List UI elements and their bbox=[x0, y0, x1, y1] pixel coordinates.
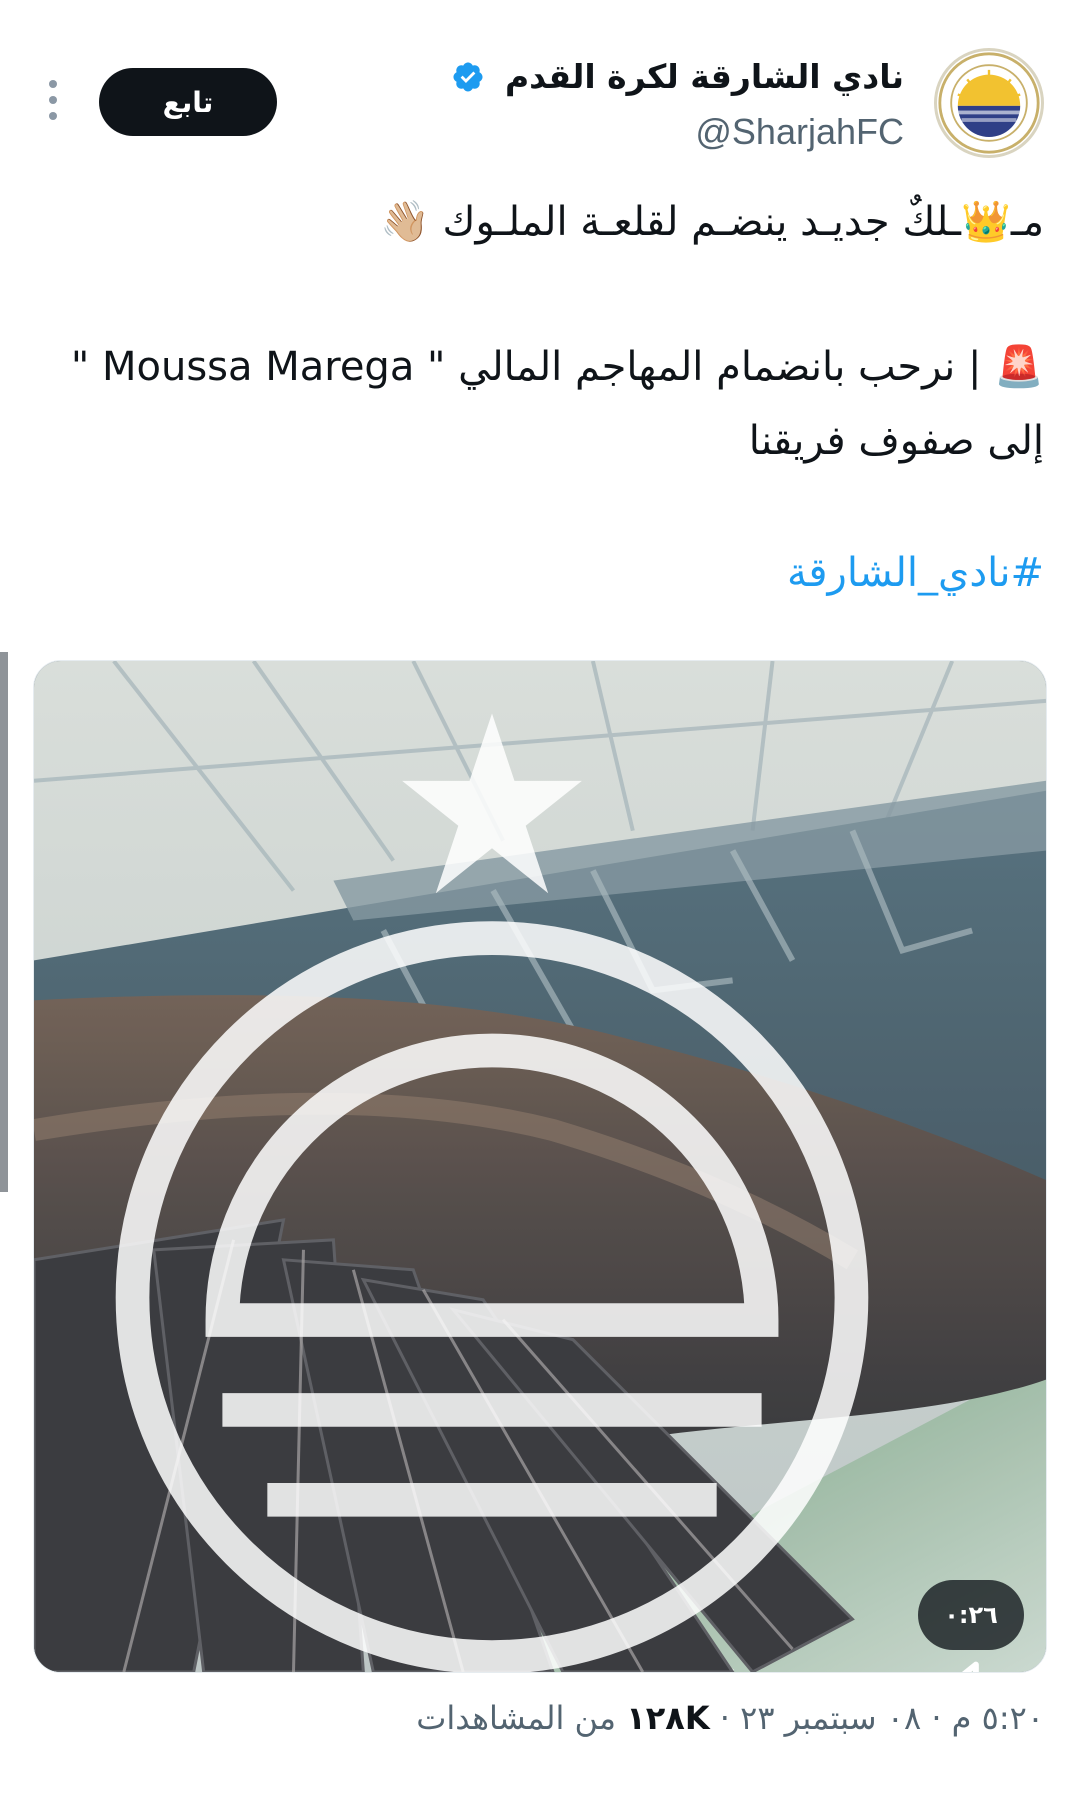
views-count[interactable]: ١٢٨K bbox=[626, 1699, 709, 1737]
tweet-text-prefix: مـ bbox=[1010, 199, 1044, 245]
waving-hand-icon: 👋🏼 bbox=[380, 199, 430, 245]
tweet-text-line2: 🚨 | نرحب بانضمام المهاجم المالي " Moussa… bbox=[36, 330, 1044, 478]
tweet-header: نادي الشارقة لكرة القدم @SharjahFC تابع bbox=[36, 48, 1044, 178]
hashtag-link[interactable]: #نادي_الشارقة bbox=[36, 545, 1044, 601]
tweet-date[interactable]: ٠٨ سبتمبر ٢٣ bbox=[740, 1699, 921, 1737]
views-label: من المشاهدات bbox=[416, 1699, 617, 1737]
verified-badge-icon bbox=[453, 62, 484, 92]
tweet-text-announcement: | نرحب بانضمام المهاجم المالي " Moussa M… bbox=[70, 344, 1044, 464]
tweet-meta: ٥:٢٠ م · ٠٨ سبتمبر ٢٣ · ١٢٨K من المشاهدا… bbox=[416, 1694, 1044, 1742]
author-name-row[interactable]: نادي الشارقة لكرة القدم bbox=[451, 54, 904, 100]
meta-separator: · bbox=[719, 1699, 730, 1737]
display-name[interactable]: نادي الشارقة لكرة القدم bbox=[505, 57, 904, 96]
tweet-text-line1: مـ👑ـلكٌ جديـد ينضـم لقلعـة الملـوك 👋🏼 bbox=[36, 192, 1044, 252]
author-handle[interactable]: @SharjahFC bbox=[451, 108, 904, 156]
video-duration-badge[interactable]: ٠:٢٦ bbox=[918, 1580, 1024, 1672]
tweet-text-main: ـلكٌ جديـد ينضـم لقلعـة الملـوك bbox=[442, 199, 962, 245]
video-duration: ٠:٢٦ bbox=[944, 1601, 998, 1629]
avatar[interactable] bbox=[934, 48, 1044, 158]
sharjah-fc-watermark-icon bbox=[115, 713, 869, 1672]
author-info: نادي الشارقة لكرة القدم @SharjahFC bbox=[451, 54, 904, 156]
more-options-icon[interactable] bbox=[46, 80, 60, 126]
siren-icon: 🚨 bbox=[994, 344, 1044, 390]
crown-icon: 👑 bbox=[961, 199, 1011, 245]
follow-button[interactable]: تابع bbox=[99, 68, 277, 136]
meta-separator: · bbox=[931, 1699, 942, 1737]
scroll-indicator bbox=[0, 652, 8, 1192]
sharjah-fc-logo-icon bbox=[938, 52, 1040, 154]
tweet-time[interactable]: ٥:٢٠ م bbox=[952, 1699, 1044, 1737]
video-player[interactable]: ٠:٢٦ bbox=[33, 660, 1047, 1673]
speaker-muted-icon[interactable] bbox=[920, 1650, 1026, 1673]
